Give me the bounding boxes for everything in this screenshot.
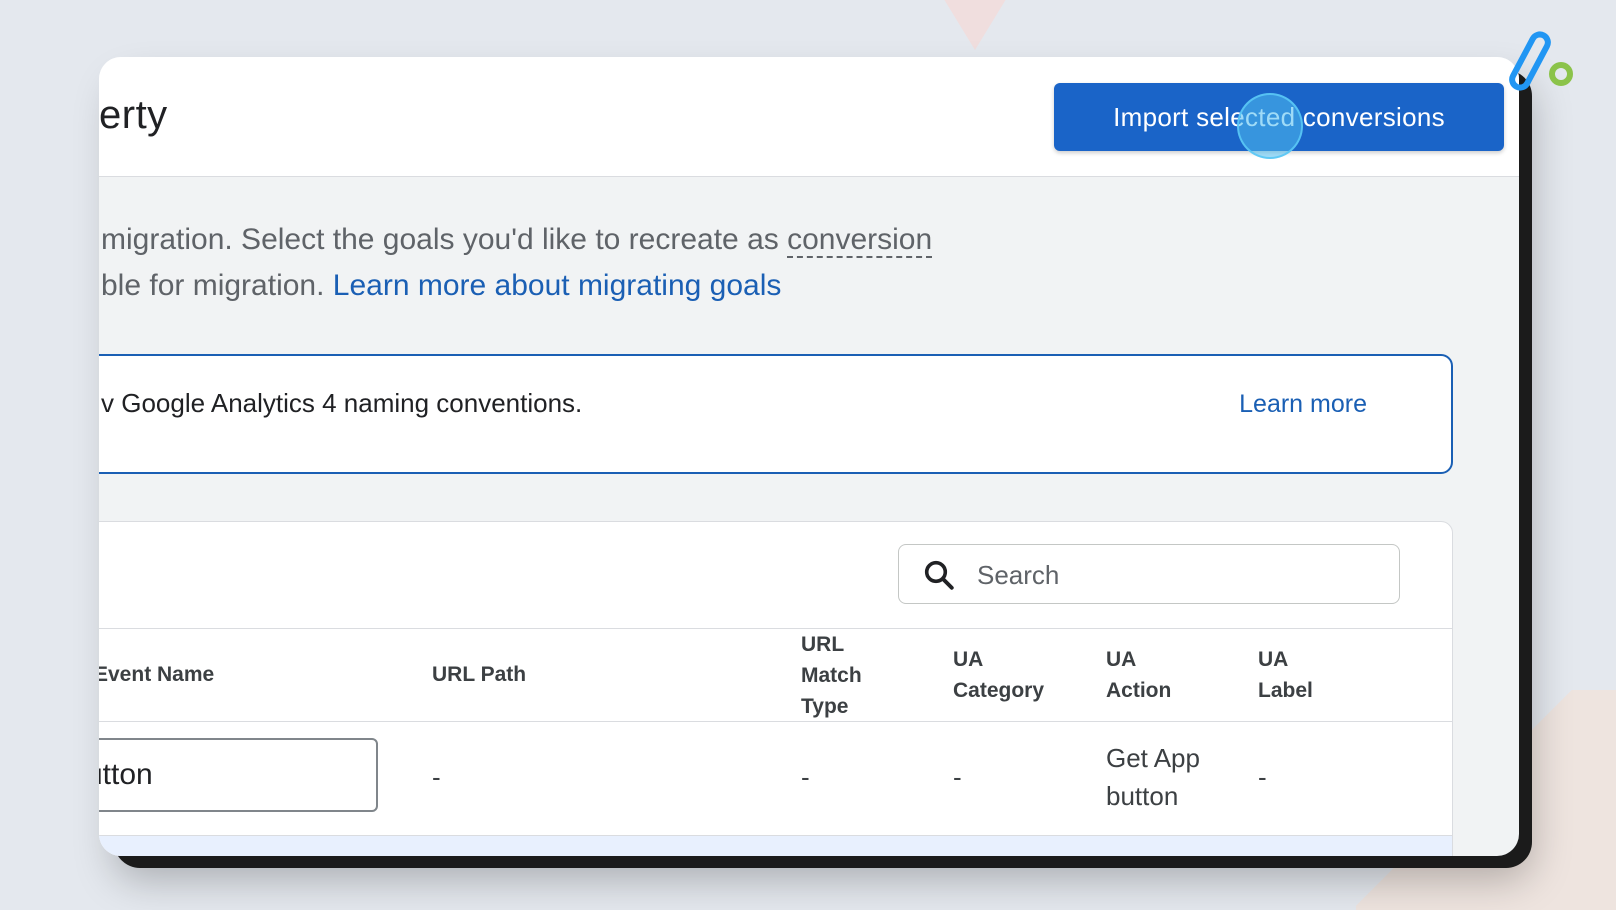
banner-text: v Google Analytics 4 naming conventions. <box>101 388 583 418</box>
description-line-2: ble for migration. Learn more about migr… <box>101 263 932 309</box>
search-input[interactable] <box>977 559 1377 591</box>
column-header-ua-category[interactable]: UA Category <box>953 644 1044 706</box>
background-decoration <box>920 0 1030 50</box>
description-text: migration. Select the goals you'd like t… <box>101 217 933 309</box>
description-line-1-text: migration. Select the goals you'd like t… <box>101 223 788 256</box>
description-line-1: migration. Select the goals you'd like t… <box>101 217 933 263</box>
url-match-type-cell: - <box>801 762 810 792</box>
column-header-url-path[interactable]: URL Path <box>432 659 526 690</box>
column-header-event-name[interactable]: Event Name <box>99 659 214 690</box>
column-header-ua-action[interactable]: UA Action <box>1106 644 1171 706</box>
description-line-2-text: ble for migration. <box>101 269 333 302</box>
app-window: erty Import selected conversions migrati… <box>99 57 1519 856</box>
search-icon <box>924 560 954 590</box>
page-title: erty <box>99 93 168 137</box>
ua-label-cell: - <box>1258 762 1267 792</box>
ua-action-cell: Get App button <box>1106 743 1200 811</box>
column-header-ua-label[interactable]: UA Label <box>1258 644 1313 706</box>
learn-more-migrating-goals-link[interactable]: Learn more about migrating goals <box>333 269 782 302</box>
brand-logo-icon <box>1509 31 1573 91</box>
search-box[interactable] <box>898 544 1400 604</box>
event-name-input[interactable] <box>99 738 378 812</box>
column-header-url-match-type[interactable]: URL Match Type <box>801 629 862 722</box>
table-header: Event Name URL Path URL Match Type UA Ca… <box>99 628 1452 722</box>
banner-learn-more-link[interactable]: Learn more <box>1239 390 1367 419</box>
table-row-next[interactable] <box>99 836 1452 856</box>
ua-category-cell: - <box>953 762 962 792</box>
goals-table-card: Event Name URL Path URL Match Type UA Ca… <box>99 521 1453 856</box>
page-header: erty Import selected conversions <box>99 57 1519 177</box>
conversion-term[interactable]: conversion <box>787 223 933 258</box>
info-banner: v Google Analytics 4 naming conventions.… <box>99 354 1453 474</box>
url-path-cell: - <box>432 762 441 792</box>
table-row: - - - Get App button - <box>99 722 1452 836</box>
click-indicator <box>1237 93 1303 159</box>
